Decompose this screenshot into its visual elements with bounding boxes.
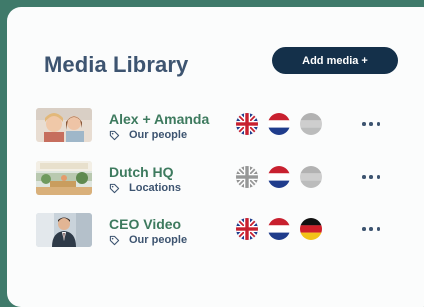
tag-icon bbox=[109, 183, 120, 193]
page-title: Media Library bbox=[44, 52, 189, 77]
nl-flag-icon[interactable] bbox=[268, 113, 290, 135]
media-name[interactable]: Alex + Amanda bbox=[109, 111, 209, 127]
uk-flag-icon[interactable] bbox=[236, 113, 258, 135]
media-category: Locations bbox=[109, 182, 181, 194]
media-category: Our people bbox=[109, 234, 187, 246]
blank-flag-icon[interactable] bbox=[300, 113, 322, 135]
de-flag-icon[interactable] bbox=[300, 218, 322, 240]
media-name[interactable]: CEO Video bbox=[109, 216, 181, 232]
category-label: Our people bbox=[129, 234, 188, 246]
thumbnail-image bbox=[36, 161, 92, 195]
list-item[interactable]: Dutch HQ Locations bbox=[0, 158, 424, 198]
uk-flag-icon[interactable] bbox=[236, 218, 258, 240]
thumbnail-image bbox=[36, 108, 92, 142]
nl-flag-icon[interactable] bbox=[268, 218, 290, 240]
media-name[interactable]: Dutch HQ bbox=[109, 164, 174, 180]
nl-flag-icon[interactable] bbox=[268, 166, 290, 188]
media-category: Our people bbox=[109, 129, 187, 141]
list-item[interactable]: Alex + Amanda Our people bbox=[0, 105, 424, 145]
more-options-icon[interactable] bbox=[362, 172, 380, 182]
uk-flag-icon[interactable] bbox=[236, 166, 258, 188]
more-options-icon[interactable] bbox=[362, 224, 380, 234]
category-label: Locations bbox=[129, 182, 181, 194]
category-label: Our people bbox=[129, 129, 188, 141]
list-item[interactable]: CEO Video Our people bbox=[0, 210, 424, 250]
media-library-card: Media Library Add media + bbox=[7, 7, 424, 307]
tag-icon bbox=[109, 130, 120, 140]
tag-icon bbox=[109, 235, 120, 245]
blank-flag-icon[interactable] bbox=[300, 166, 322, 188]
add-media-button[interactable]: Add media + bbox=[272, 47, 398, 74]
thumbnail-image bbox=[36, 213, 92, 247]
more-options-icon[interactable] bbox=[362, 119, 380, 129]
